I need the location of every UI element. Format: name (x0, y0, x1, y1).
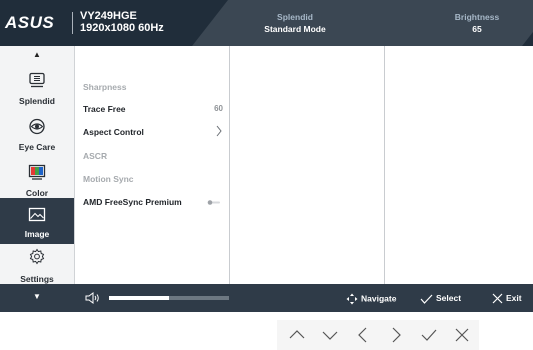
splendid-status-value: Standard Mode (264, 24, 326, 34)
close-icon[interactable] (453, 327, 471, 343)
navigate-icon (346, 293, 358, 305)
sidebar-item-label: Splendid (19, 96, 55, 106)
sidebar-item-splendid[interactable]: Splendid (0, 68, 74, 108)
up-icon[interactable] (288, 327, 306, 343)
chevron-right-icon (216, 125, 222, 137)
menu-item-sharpness[interactable]: Sharpness (83, 82, 126, 92)
scroll-up-icon[interactable]: ▲ (0, 50, 74, 59)
menu-item-ascr[interactable]: ASCR (83, 151, 107, 161)
gear-icon (29, 248, 45, 265)
sidebar-item-image[interactable]: Image (0, 198, 74, 244)
hardware-keys (277, 320, 479, 350)
sidebar-footer: ▼ (0, 284, 75, 312)
down-icon[interactable] (321, 327, 339, 343)
svg-text:ASUS: ASUS (4, 13, 54, 32)
sidebar-item-settings[interactable]: Settings (0, 246, 74, 286)
menu-item-trace-free[interactable]: Trace Free (83, 104, 126, 114)
osd-menu: ASUS VY249HGE 1920x1080 60Hz Splendid St… (0, 0, 533, 312)
trace-free-value: 60 (214, 104, 223, 113)
select-hint: Select (420, 293, 461, 304)
close-icon (492, 293, 503, 304)
right-icon[interactable] (387, 327, 405, 343)
sidebar-item-eye-care[interactable]: Eye Care (0, 114, 74, 154)
volume-slider-fill (109, 296, 169, 300)
logo-divider (72, 12, 73, 34)
menu-item-aspect-control[interactable]: Aspect Control (83, 127, 144, 137)
menu-column-main: Sharpness Trace Free 60 Aspect Control A… (75, 46, 230, 284)
footer-bar: Navigate Select Exit (75, 284, 533, 312)
image-icon (28, 207, 46, 222)
brightness-status-label: Brightness (454, 12, 500, 22)
navigate-hint: Navigate (346, 293, 396, 305)
asus-logo: ASUS (4, 13, 54, 32)
exit-hint: Exit (492, 293, 522, 304)
scroll-down-icon[interactable]: ▼ (0, 292, 74, 301)
splendid-status-label: Splendid (277, 12, 313, 22)
splendid-icon (29, 72, 45, 88)
sidebar-item-label: Eye Care (18, 142, 56, 152)
sidebar-item-label: Settings (20, 274, 54, 284)
check-icon[interactable] (420, 327, 438, 343)
menu-item-amd-freesync[interactable]: AMD FreeSync Premium (83, 197, 182, 207)
model-info: VY249HGE 1920x1080 60Hz (80, 10, 164, 34)
sidebar-item-color[interactable]: Color (0, 160, 74, 200)
freesync-toggle[interactable] (207, 200, 221, 205)
splendid-status: Splendid Standard Mode (250, 11, 340, 35)
model-name: VY249HGE (80, 10, 137, 22)
sidebar-item-label: Color (25, 188, 49, 198)
brightness-status-value: 65 (472, 24, 482, 34)
menu-column-sub (230, 46, 385, 284)
menu-column-detail (385, 46, 533, 284)
header-bar: ASUS VY249HGE 1920x1080 60Hz Splendid St… (0, 0, 533, 46)
check-icon (420, 294, 433, 304)
select-label: Select (436, 293, 462, 303)
navigate-label: Navigate (361, 293, 397, 304)
sidebar-item-label: Image (24, 229, 50, 239)
sidebar: ▲ Splendid Eye Care Color Image Settings (0, 46, 75, 284)
exit-label: Exit (506, 293, 522, 303)
brightness-status: Brightness 65 (442, 11, 512, 35)
left-icon[interactable] (354, 327, 372, 343)
volume-slider[interactable] (109, 296, 229, 300)
menu-panel: Sharpness Trace Free 60 Aspect Control A… (75, 46, 533, 284)
eye-icon (29, 118, 45, 135)
color-icon (28, 164, 46, 180)
speaker-icon (85, 292, 99, 304)
model-resolution: 1920x1080 60Hz (80, 22, 164, 34)
menu-item-motion-sync[interactable]: Motion Sync (83, 174, 134, 184)
